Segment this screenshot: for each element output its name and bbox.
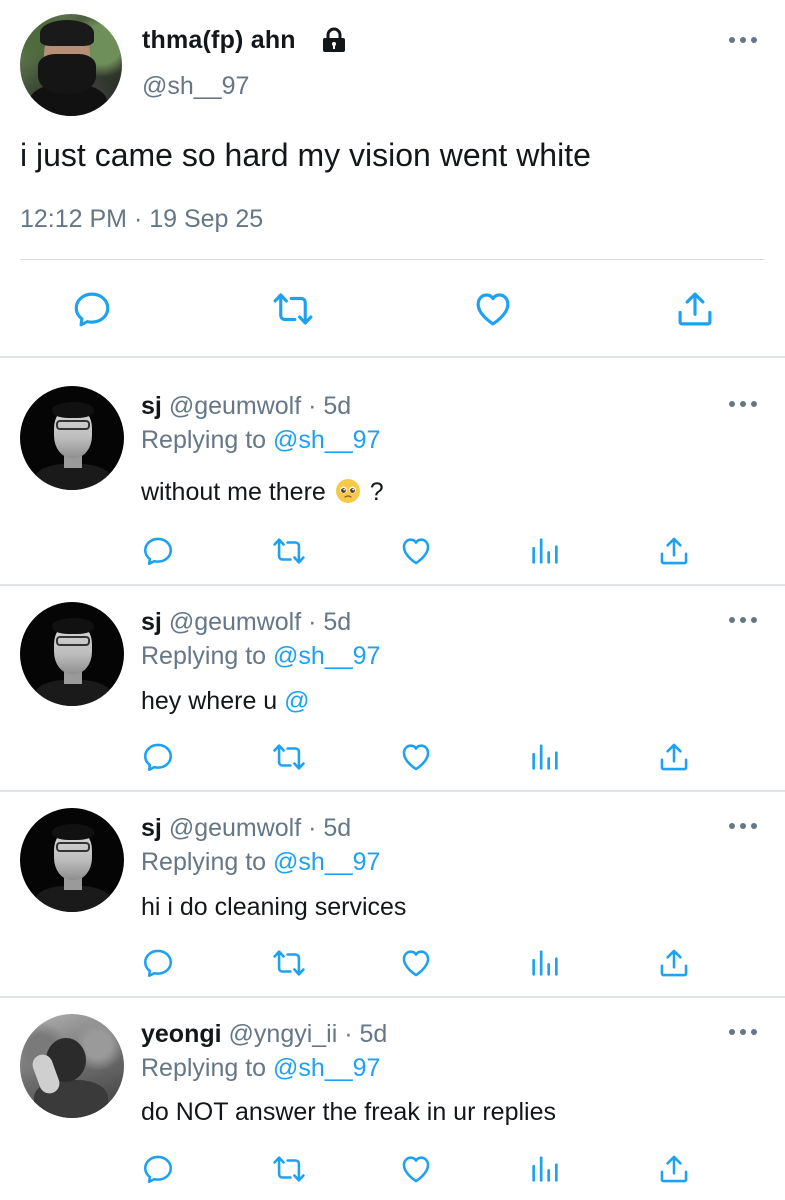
more-icon[interactable] [726, 1022, 760, 1042]
reply-author-name[interactable]: sj [141, 392, 162, 420]
main-tweet: thma(fp) ahn @sh__97 i just came so hard… [0, 0, 785, 356]
pleading-face-icon [335, 479, 360, 503]
retweet-icon[interactable] [271, 1152, 307, 1186]
lock-icon [323, 27, 345, 52]
like-icon[interactable] [471, 288, 515, 330]
share-icon[interactable] [673, 288, 717, 330]
more-icon[interactable] [726, 30, 760, 50]
reply-text: do NOT answer the freak in ur replies [141, 1098, 557, 1126]
replying-prefix: Replying to [141, 848, 274, 876]
reply-header: sj @geumwolf · 5d [141, 814, 351, 843]
more-icon[interactable] [726, 610, 760, 630]
analytics-icon[interactable] [527, 534, 563, 568]
share-icon[interactable] [656, 740, 692, 774]
replying-mention-link[interactable]: @sh__97 [273, 642, 380, 670]
replying-prefix: Replying to [141, 426, 274, 454]
replying-to: Replying to @sh__97 [141, 1054, 380, 1083]
reply-text-part: hey where u [141, 687, 278, 715]
reply-author-name[interactable]: sj [141, 608, 162, 636]
analytics-icon[interactable] [527, 740, 563, 774]
reply-mention-link[interactable]: @ [284, 687, 309, 715]
reply-author-name[interactable]: yeongi [141, 1020, 222, 1048]
like-icon[interactable] [398, 740, 434, 774]
reply-header: sj @geumwolf · 5d [141, 608, 351, 637]
retweet-icon[interactable] [271, 740, 307, 774]
replying-mention-link[interactable]: @sh__97 [273, 426, 380, 454]
main-handle[interactable]: @sh__97 [142, 72, 249, 101]
reply-text-part: without me there [141, 478, 326, 506]
reply-text: hey where u @ [141, 687, 310, 716]
retweet-icon[interactable] [271, 946, 307, 980]
share-icon[interactable] [656, 946, 692, 980]
reply-tweet[interactable]: sj @geumwolf · 5d Replying to @sh__97 wi… [0, 358, 785, 584]
replying-prefix: Replying to [141, 642, 274, 670]
share-icon[interactable] [656, 1152, 692, 1186]
replying-mention-link[interactable]: @sh__97 [273, 1054, 380, 1082]
main-avatar[interactable] [20, 14, 122, 116]
reply-meta: @yngyi_ii · 5d [228, 1020, 388, 1048]
avatar-yeongi[interactable] [20, 1014, 124, 1118]
more-icon[interactable] [726, 394, 760, 414]
main-timestamp[interactable]: 12:12 PM · 19 Sep 25 [20, 205, 263, 234]
reply-icon[interactable] [140, 740, 176, 774]
reply-icon[interactable] [140, 946, 176, 980]
like-icon[interactable] [398, 534, 434, 568]
main-display-name[interactable]: thma(fp) ahn [142, 26, 296, 55]
retweet-icon[interactable] [271, 288, 315, 330]
divider [20, 259, 765, 260]
reply-header: yeongi @yngyi_ii · 5d [141, 1020, 387, 1049]
reply-header: sj @geumwolf · 5d [141, 392, 351, 421]
reply-tweet[interactable]: sj @geumwolf · 5d Replying to @sh__97 he… [0, 586, 785, 790]
analytics-icon[interactable] [527, 1152, 563, 1186]
like-icon[interactable] [398, 946, 434, 980]
reply-text: hi i do cleaning services [141, 893, 407, 921]
retweet-icon[interactable] [271, 534, 307, 568]
avatar-sj[interactable] [20, 386, 124, 490]
reply-meta: @geumwolf · 5d [168, 392, 352, 420]
reply-meta: @geumwolf · 5d [168, 814, 352, 842]
avatar-sj[interactable] [20, 602, 124, 706]
reply-tweet[interactable]: yeongi @yngyi_ii · 5d Replying to @sh__9… [0, 998, 785, 1200]
reply-meta: @geumwolf · 5d [168, 608, 352, 636]
reply-tweet[interactable]: sj @geumwolf · 5d Replying to @sh__97 hi… [0, 792, 785, 996]
reply-icon[interactable] [140, 1152, 176, 1186]
main-tweet-text: i just came so hard my vision went white [20, 137, 591, 173]
reply-text-part: ? [369, 478, 384, 506]
more-icon[interactable] [726, 816, 760, 836]
reply-text: without me there ? [141, 478, 384, 507]
replying-mention-link[interactable]: @sh__97 [273, 848, 380, 876]
share-icon[interactable] [656, 534, 692, 568]
reply-icon[interactable] [140, 534, 176, 568]
replying-to: Replying to @sh__97 [141, 426, 380, 455]
analytics-icon[interactable] [527, 946, 563, 980]
reply-author-name[interactable]: sj [141, 814, 162, 842]
replying-to: Replying to @sh__97 [141, 642, 380, 671]
like-icon[interactable] [398, 1152, 434, 1186]
reply-icon[interactable] [70, 288, 114, 330]
replying-prefix: Replying to [141, 1054, 274, 1082]
avatar-sj[interactable] [20, 808, 124, 912]
replying-to: Replying to @sh__97 [141, 848, 380, 877]
